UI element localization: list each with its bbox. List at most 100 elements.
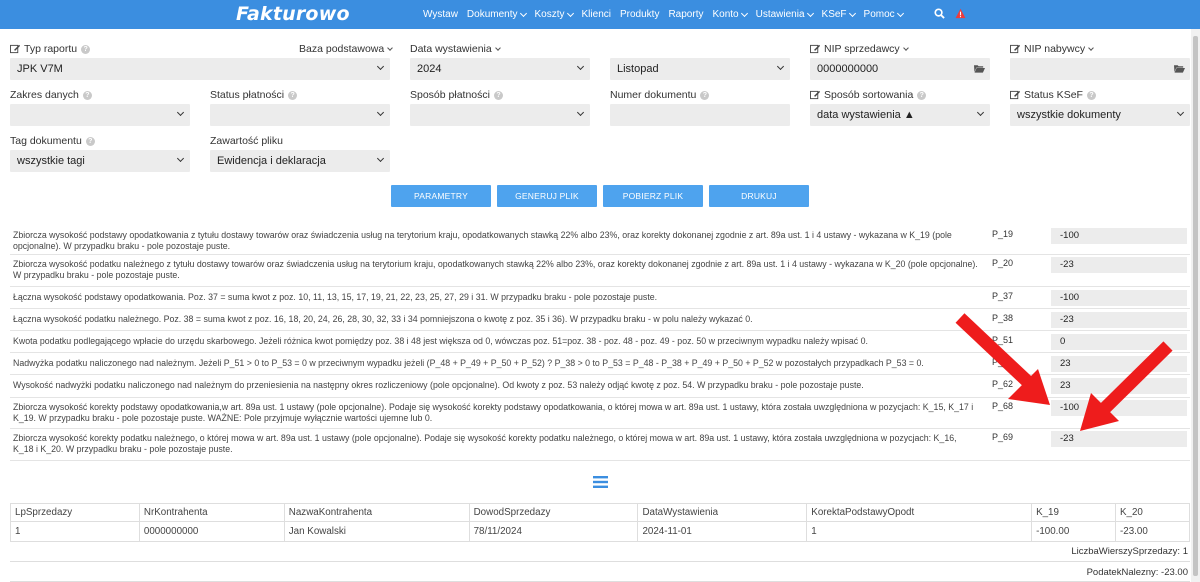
field-description: Zbiorcza wysokość podstawy opodatkowania… [13, 230, 952, 252]
help-icon[interactable]: ? [917, 90, 927, 100]
nip-sprzedawcy-text: NIP sprzedawcy [824, 43, 900, 55]
field-description: Nadwyżka podatku naliczonego nad należny… [13, 358, 924, 368]
nip-nabywcy-label[interactable]: NIP nabywcy [1010, 43, 1094, 55]
nav-item-koszty[interactable]: Koszty [535, 9, 574, 20]
field-value-input[interactable]: -23 [1051, 312, 1187, 328]
chevron-down-icon [576, 62, 585, 71]
menu-icon[interactable] [593, 476, 608, 488]
column-header[interactable]: NrKontrahenta [138, 503, 285, 522]
jpk-field-row: Kwota podatku podlegającego wpłacie do u… [10, 331, 1190, 353]
nav-item-ksef[interactable]: KSeF [821, 9, 856, 20]
app-logo[interactable]: Fakturowo [236, 3, 350, 25]
folder-open-icon[interactable] [974, 64, 985, 73]
pobierz-plik-button[interactable]: POBIERZ PLIK [603, 185, 703, 207]
drukuj-button[interactable]: DRUKUJ [709, 185, 809, 207]
chevron-down-icon [376, 62, 385, 71]
status-platnosci-select[interactable] [210, 104, 390, 126]
year-select[interactable]: 2024 [410, 58, 590, 80]
alert-icon[interactable] [955, 8, 966, 19]
field-value-input[interactable]: -23 [1051, 431, 1187, 447]
help-icon[interactable]: ? [493, 90, 503, 100]
jpk-field-row: Zbiorcza wysokość podatku należnego z ty… [10, 255, 1190, 287]
nav-item-raporty[interactable]: Raporty [668, 9, 703, 20]
chevron-down-icon [494, 44, 501, 51]
nav-item-label: Dokumenty [466, 9, 518, 20]
nav-item-klienci[interactable]: Klienci [582, 9, 611, 20]
field-value-input[interactable]: -100 [1051, 400, 1187, 416]
chevron-down-icon [576, 108, 585, 117]
nav-item-pomoc[interactable]: Pomoc [864, 9, 904, 20]
field-value-input[interactable]: -100 [1051, 290, 1187, 306]
tag-dokumentu-select[interactable]: wszystkie tagi [10, 150, 190, 172]
help-icon[interactable]: ? [288, 90, 298, 100]
column-header[interactable]: LpSprzedazy [10, 503, 140, 522]
parametry-button[interactable]: PARAMETRY [391, 185, 491, 207]
field-code: P_20 [992, 258, 1014, 268]
field-value-input[interactable]: 0 [1051, 334, 1187, 350]
column-header[interactable]: DataWystawienia [637, 503, 808, 522]
nav-item-produkty[interactable]: Produkty [620, 9, 659, 20]
table-header-row: LpSprzedazy NrKontrahenta NazwaKontrahenta… [10, 503, 1190, 522]
chevron-down-icon [519, 9, 527, 17]
help-icon[interactable]: ? [82, 90, 92, 100]
month-select[interactable]: Listopad [610, 58, 790, 80]
baza-podstawowa-dropdown[interactable]: Baza podstawowa [299, 43, 394, 55]
chevron-down-icon [976, 108, 985, 117]
sposob-platnosci-text: Sposób płatności [410, 89, 490, 101]
edit-icon [1010, 44, 1021, 54]
generuj-plik-button[interactable]: GENERUJ PLIK [497, 185, 597, 207]
nav-item-dokumenty[interactable]: Dokumenty [466, 9, 527, 20]
data-wystawienia-dropdown[interactable]: Data wystawienia [410, 43, 501, 55]
zawartosc-pliku-select[interactable]: Ewidencja i deklaracja [210, 150, 390, 172]
nip-sprzedawcy-label[interactable]: NIP sprzedawcy [810, 43, 909, 55]
chevron-down-icon [848, 9, 856, 17]
status-ksef-select[interactable]: wszystkie dokumenty [1010, 104, 1190, 126]
help-icon[interactable]: ? [81, 44, 91, 54]
sposob-platnosci-select[interactable] [410, 104, 590, 126]
field-value-input[interactable]: -100 [1051, 228, 1187, 244]
field-description: Łączna wysokość podstawy opodatkowania. … [13, 292, 658, 302]
edit-icon [1010, 90, 1021, 100]
typ-raportu-value: JPK V7M [17, 63, 63, 75]
column-header[interactable]: K_19 [1031, 503, 1116, 522]
nip-sprzedawcy-input[interactable]: 0000000000 [810, 58, 990, 80]
numer-dokumentu-input[interactable] [610, 104, 790, 126]
nav-item-wystaw[interactable]: Wystaw [423, 9, 458, 20]
chevron-down-icon [566, 9, 574, 17]
nav-item-konto[interactable]: Konto [712, 9, 748, 20]
numer-dokumentu-text: Numer dokumentu [610, 89, 697, 101]
field-value-input[interactable]: -23 [1051, 257, 1187, 273]
jpk-field-row: Łączna wysokość podatku należnego. Poz. … [10, 309, 1190, 331]
column-header[interactable]: KorektaPodstawyOpodt [806, 503, 1033, 522]
help-icon[interactable]: ? [1086, 90, 1096, 100]
nip-nabywcy-input[interactable] [1010, 58, 1190, 80]
field-value-input[interactable]: 23 [1051, 356, 1187, 372]
column-header[interactable]: DowodSprzedazy [468, 503, 639, 522]
sposob-sortowania-text: Sposób sortowania [824, 89, 914, 101]
typ-raportu-select[interactable]: JPK V7M [10, 58, 390, 80]
column-header[interactable]: NazwaKontrahenta [283, 503, 470, 522]
jpk-field-row: Zbiorcza wysokość podstawy opodatkowania… [10, 226, 1190, 255]
nav-item-label: Produkty [619, 9, 660, 20]
field-value-input[interactable]: 23 [1051, 378, 1187, 394]
column-header[interactable]: K_20 [1115, 503, 1190, 522]
jpk-field-row: Zbiorcza wysokość korekty podstawy opoda… [10, 398, 1190, 429]
jpk-field-row: Łączna wysokość podstawy opodatkowania. … [10, 287, 1190, 309]
sales-table: LpSprzedazy NrKontrahenta NazwaKontrahenta… [10, 503, 1190, 542]
field-code: P_51 [992, 335, 1014, 345]
folder-open-icon[interactable] [1174, 64, 1185, 73]
nav-item-ustawienia[interactable]: Ustawienia [756, 9, 814, 20]
sposob-platnosci-label: Sposób płatności? [410, 89, 503, 101]
scrollbar-thumb[interactable] [1193, 36, 1198, 576]
row-count-summary: LiczbaWierszySprzedazy: 1 [1071, 546, 1188, 557]
table-row: 1 0000000000 Jan Kowalski 78/11/2024 2024-11… [10, 521, 1190, 542]
zakres-danych-select[interactable] [10, 104, 190, 126]
help-icon[interactable]: ? [700, 90, 710, 100]
help-icon[interactable]: ? [85, 136, 95, 146]
search-icon[interactable] [934, 8, 945, 19]
zawartosc-pliku-label: Zawartość pliku [210, 135, 283, 147]
field-description: Łączna wysokość podatku należnego. Poz. … [13, 314, 753, 324]
nav-item-label: KSeF [821, 9, 847, 20]
sposob-sortowania-select[interactable]: data wystawienia ▲ [810, 104, 990, 126]
zawartosc-pliku-value: Ewidencja i deklaracja [217, 155, 326, 167]
